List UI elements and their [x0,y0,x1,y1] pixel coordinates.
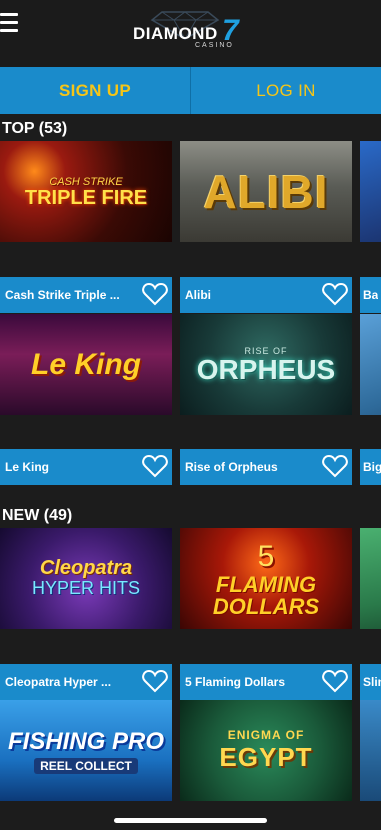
top-bar: DIAMOND 7 CASINO [0,0,381,67]
game-info: Le King [0,315,172,485]
game-info: Rise of Orpheus [180,315,352,485]
logo[interactable]: DIAMOND 7 CASINO [130,10,250,52]
game-info: 5 Flaming Dollars [180,530,352,700]
game-name-bar[interactable]: Slin [360,664,381,700]
log-in-button[interactable]: LOG IN [191,67,381,114]
game-info: Big [360,315,381,485]
game-name-bar[interactable]: Big [360,449,381,485]
game-thumbnail[interactable]: FISHING PRO REEL COLLECT [0,700,172,801]
game-name: Big [363,460,381,474]
logo-sub: CASINO [195,42,234,49]
game-name: Cleopatra Hyper ... [5,675,112,689]
section-title-new: NEW (49) [2,507,73,524]
section-title-top: TOP (53) [2,120,68,137]
game-thumbnail[interactable] [360,700,381,801]
game-name-bar[interactable]: Cash Strike Triple ... [0,277,172,313]
heart-icon[interactable] [322,669,348,693]
heart-icon[interactable] [322,282,348,306]
game-info: Ba [360,143,381,313]
thumb-title: FISHING PRO [7,727,164,755]
game-info: Alibi [180,143,352,313]
game-name-bar[interactable]: Ba [360,277,381,313]
hamburger-menu-icon[interactable] [0,13,20,33]
game-thumbnail[interactable]: ENIGMA OF EGYPT [180,700,352,801]
game-name-row-top-2: Le King Rise of Orpheus Big [0,315,381,495]
heart-icon[interactable] [142,669,168,693]
game-name: Le King [5,460,49,474]
game-name: Cash Strike Triple ... [5,288,120,302]
heart-icon[interactable] [322,454,348,478]
game-name-bar[interactable]: Alibi [180,277,352,313]
game-info: Slin [360,530,381,700]
heart-icon[interactable] [142,282,168,306]
game-info: Cleopatra Hyper ... [0,530,172,700]
auth-bar: SIGN UP LOG IN [0,67,381,114]
thumb-title: EGYPT [219,742,313,772]
heart-icon[interactable] [142,454,168,478]
game-name: Rise of Orpheus [185,460,278,474]
game-info: Cash Strike Triple ... [0,143,172,313]
game-name-row-new-1: Cleopatra Hyper ... 5 Flaming Dollars Sl… [0,530,381,710]
game-name: Alibi [185,288,211,302]
logo-word: DIAMOND [133,24,218,43]
game-name-bar[interactable]: 5 Flaming Dollars [180,664,352,700]
game-name-bar[interactable]: Le King [0,449,172,485]
home-indicator[interactable] [114,818,267,823]
game-name-bar[interactable]: Rise of Orpheus [180,449,352,485]
thumb-subtitle: REEL COLLECT [34,757,138,774]
game-name: Ba [363,288,379,302]
thumb-title-top: ENIGMA OF [227,728,305,742]
game-name-bar[interactable]: Cleopatra Hyper ... [0,664,172,700]
game-name: Slin [363,675,381,689]
sign-up-button[interactable]: SIGN UP [0,67,191,114]
game-name: 5 Flaming Dollars [185,675,286,689]
game-name-row-top-1: Cash Strike Triple ... Alibi Ba [0,143,381,323]
